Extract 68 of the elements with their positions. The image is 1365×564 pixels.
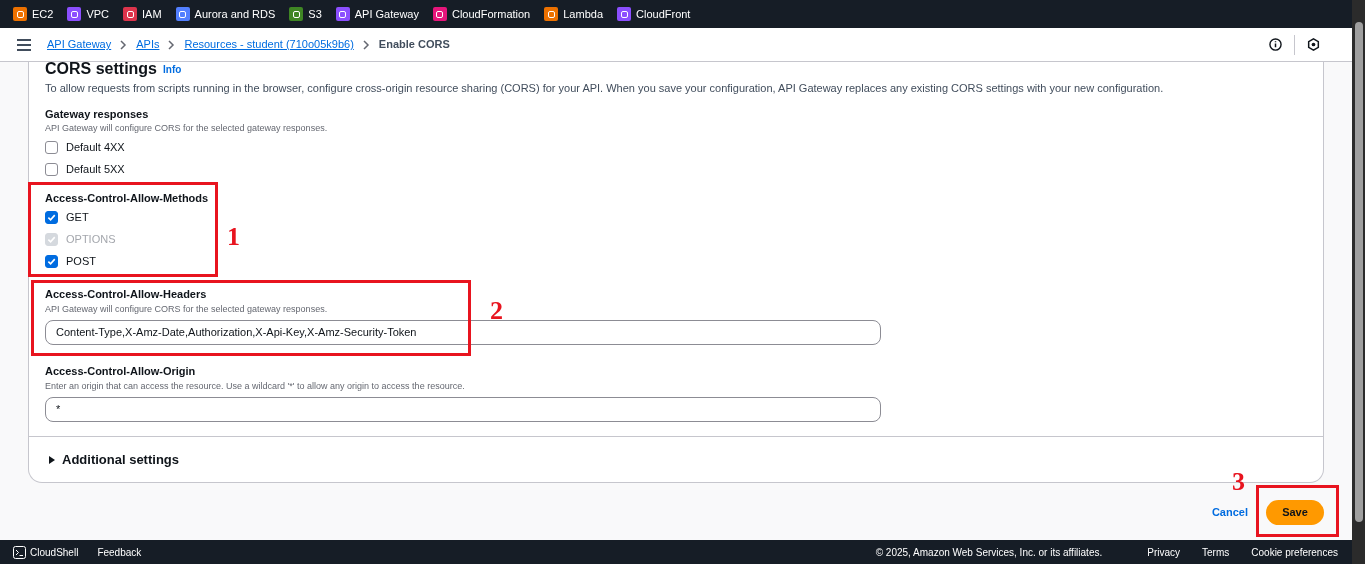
footer-link[interactable]: Privacy: [1147, 544, 1181, 560]
group-hint: API Gateway will configure CORS for the selected gateway responses.: [45, 122, 328, 135]
check-icon: [47, 256, 56, 266]
service-shortcut[interactable]: S3: [289, 5, 322, 23]
checkbox-label: GET: [66, 209, 89, 225]
annotation-number: 1: [227, 223, 240, 250]
chevron-icon: [168, 39, 176, 50]
group-label: Gateway responses: [45, 106, 149, 122]
breadcrumb-link[interactable]: API Gateway: [47, 36, 112, 53]
checkbox-label: OPTIONS: [66, 231, 116, 247]
section-description: To allow requests from scripts running in the browser, configure cross-origin resource sharing (CORS) for your API. When you save your configuration, API Gateway replaces any existing CORS settings with your new configuration.: [45, 81, 1164, 96]
annotation-number: 3: [1232, 469, 1245, 495]
service-shortcut[interactable]: Lambda: [544, 5, 603, 23]
cancel-button[interactable]: Cancel: [1211, 503, 1248, 521]
group-label: Access-Control-Allow-Methods: [45, 190, 209, 206]
breadcrumb-link[interactable]: APIs: [136, 36, 160, 53]
service-label: S3: [308, 6, 322, 22]
checkbox-label: Default 4XX: [66, 140, 125, 156]
terminal-icon: [13, 545, 26, 559]
settings-icon[interactable]: [1307, 38, 1320, 51]
service-label: Lambda: [563, 6, 603, 22]
expand-toggle[interactable]: Additional settings: [48, 449, 179, 470]
service-label: Aurora and RDS: [194, 6, 276, 22]
breadcrumb-link[interactable]: Resources - student (710o05k9b6): [184, 36, 354, 53]
service-shortcut[interactable]: VPC: [67, 5, 110, 23]
footer-link[interactable]: Cookie preferences: [1251, 544, 1338, 560]
checkbox[interactable]: [45, 141, 58, 154]
service-shortcut[interactable]: Aurora and RDS: [175, 5, 276, 23]
chevron-icon: [362, 39, 370, 50]
footer-link[interactable]: CloudShell: [30, 544, 79, 560]
group-hint: API Gateway will configure CORS for the selected gateway responses.: [45, 302, 328, 316]
checkbox-label: Default 5XX: [66, 162, 125, 178]
group-label: Access-Control-Allow-Origin: [45, 364, 196, 379]
service-label: VPC: [86, 6, 110, 22]
service-shortcut[interactable]: API Gateway: [335, 5, 419, 23]
field-value: *: [56, 402, 61, 418]
info-link[interactable]: Info: [163, 62, 182, 77]
copyright-text: © 2025, Amazon Web Services, Inc. or its affiliates.: [875, 545, 1103, 560]
service-label: API Gateway: [354, 6, 419, 22]
service-shortcut[interactable]: IAM: [123, 5, 162, 23]
checkbox-label: POST: [66, 253, 96, 269]
group-hint: Enter an origin that can access the resource. Use a wildcard '*' to allow any origin to access the resource.: [45, 379, 465, 393]
checkbox[interactable]: [45, 163, 58, 176]
service-shortcut[interactable]: CloudFront: [617, 5, 691, 23]
service-shortcut[interactable]: EC2: [13, 5, 54, 23]
menu-icon[interactable]: [17, 38, 31, 51]
check-icon: [47, 212, 56, 222]
chevron-icon: [120, 39, 128, 50]
save-button[interactable]: Save: [1266, 499, 1324, 525]
caret-icon: [48, 455, 56, 464]
group-label: Access-Control-Allow-Headers: [45, 287, 207, 302]
checkbox[interactable]: [45, 254, 58, 268]
footer-link[interactable]: Terms: [1202, 544, 1230, 560]
check-icon: [47, 234, 56, 244]
section-title: CORS settings: [45, 62, 157, 78]
checkbox[interactable]: [45, 210, 58, 224]
scrollbar[interactable]: [1352, 0, 1365, 564]
breadcrumb-current: Enable CORS: [378, 37, 450, 53]
text-field[interactable]: Content-Type,X-Amz-Date,Authorization,X-Api-Key,X-Amz-Security-Token: [45, 320, 881, 345]
footer-link[interactable]: Feedback: [97, 544, 142, 560]
service-shortcut[interactable]: CloudFormation: [433, 5, 531, 23]
info-icon[interactable]: [1269, 38, 1282, 51]
service-label: EC2: [32, 6, 54, 22]
service-label: CloudFormation: [452, 6, 531, 22]
service-label: IAM: [142, 6, 162, 22]
text-field[interactable]: *: [45, 397, 881, 422]
service-label: CloudFront: [636, 6, 691, 22]
field-value: Content-Type,X-Amz-Date,Authorization,X-Api-Key,X-Amz-Security-Token: [56, 325, 417, 341]
